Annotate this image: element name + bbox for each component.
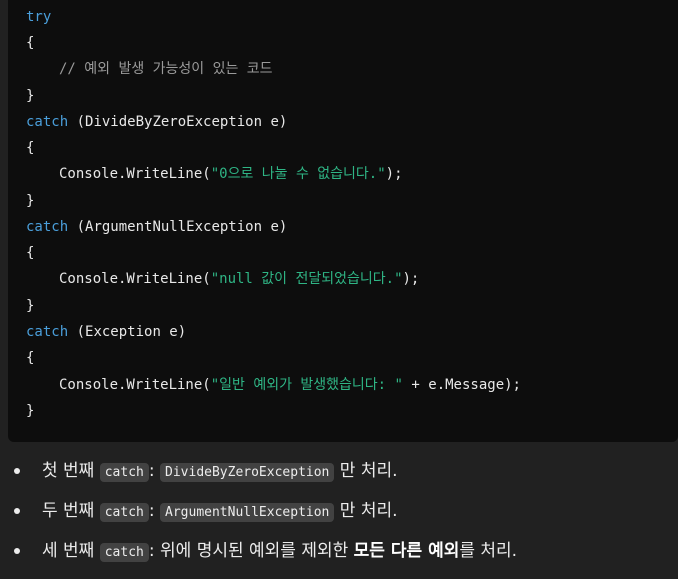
code-line: Console.WriteLine("null 값이 전달되었습니다."); <box>59 269 419 289</box>
item-prefix: 첫 번째 <box>42 461 100 481</box>
item-prefix: 세 번째 <box>42 541 100 561</box>
list-item: 세 번째 catch: 위에 명시된 예외를 제외한 모든 다른 예외를 처리. <box>0 537 678 565</box>
string-literal: "일반 예외가 발생했습니다: " <box>210 377 403 393</box>
brace-open: { <box>26 245 35 261</box>
code-line: { <box>26 348 34 368</box>
brace-close: } <box>26 193 35 209</box>
method-call: Console.WriteLine( <box>59 377 211 393</box>
code-line: { <box>26 138 34 158</box>
code-line: catch (ArgumentNullException e) <box>26 217 287 237</box>
call-end: + e.Message); <box>402 377 521 393</box>
code-line: } <box>26 191 34 211</box>
code-line: } <box>26 86 34 106</box>
bold-emphasis: 모든 다른 예외 <box>353 541 460 561</box>
keyword-catch: catch <box>26 324 69 340</box>
string-literal: "0으로 나눌 수 없습니다." <box>210 166 386 182</box>
inline-code: catch <box>99 543 149 562</box>
code-block: try { // 예외 발생 가능성이 있는 코드 } catch (Divid… <box>8 0 678 442</box>
call-end: ); <box>402 271 420 287</box>
inline-code: catch <box>99 463 149 482</box>
keyword-catch: catch <box>26 219 69 235</box>
item-prefix: 두 번째 <box>42 501 100 521</box>
code-line: { <box>26 33 34 53</box>
code-line: catch (DivideByZeroException e) <box>26 112 287 132</box>
inline-code: DivideByZeroException <box>160 463 335 482</box>
catch-args: (DivideByZeroException e) <box>68 114 288 130</box>
list-item: 두 번째 catch: ArgumentNullException 만 처리. <box>0 497 678 525</box>
separator: : <box>148 461 161 481</box>
brace-open: { <box>26 350 35 366</box>
list-item-text: 첫 번째 catch: DivideByZeroException 만 처리. <box>42 457 398 487</box>
bullet-dot-icon <box>14 508 20 514</box>
item-middle: : 위에 명시된 예외를 제외한 <box>148 541 354 561</box>
code-line: try <box>26 7 51 27</box>
list-item-text: 세 번째 catch: 위에 명시된 예외를 제외한 모든 다른 예외를 처리. <box>42 537 517 567</box>
item-suffix: 를 처리. <box>459 541 518 561</box>
code-line: catch (Exception e) <box>26 322 186 342</box>
keyword-try: try <box>26 9 52 25</box>
list-item: 첫 번째 catch: DivideByZeroException 만 처리. <box>0 457 678 485</box>
catch-args: (ArgumentNullException e) <box>68 219 288 235</box>
code-line: } <box>26 296 34 316</box>
brace-open: { <box>26 35 35 51</box>
code-line: Console.WriteLine("일반 예외가 발생했습니다: " + e.… <box>59 375 521 395</box>
inline-code: catch <box>99 503 149 522</box>
separator: : <box>148 501 161 521</box>
brace-close: } <box>26 298 35 314</box>
item-suffix: 만 처리. <box>334 501 398 521</box>
code-line: // 예외 발생 가능성이 있는 코드 <box>59 59 273 79</box>
bullet-dot-icon <box>14 468 20 474</box>
item-suffix: 만 처리. <box>334 461 398 481</box>
catch-args: (Exception e) <box>68 324 187 340</box>
list-item-text: 두 번째 catch: ArgumentNullException 만 처리. <box>42 497 398 527</box>
brace-open: { <box>26 140 35 156</box>
code-line: } <box>26 401 34 421</box>
keyword-catch: catch <box>26 114 69 130</box>
call-end: ); <box>385 166 403 182</box>
bullet-dot-icon <box>14 548 20 554</box>
method-call: Console.WriteLine( <box>59 166 211 182</box>
method-call: Console.WriteLine( <box>59 271 211 287</box>
string-literal: "null 값이 전달되었습니다." <box>210 271 403 287</box>
code-comment: // 예외 발생 가능성이 있는 코드 <box>59 61 273 77</box>
code-line: { <box>26 243 34 263</box>
brace-close: } <box>26 403 35 419</box>
inline-code: ArgumentNullException <box>160 503 335 522</box>
code-line: Console.WriteLine("0으로 나눌 수 없습니다."); <box>59 164 403 184</box>
brace-close: } <box>26 88 35 104</box>
